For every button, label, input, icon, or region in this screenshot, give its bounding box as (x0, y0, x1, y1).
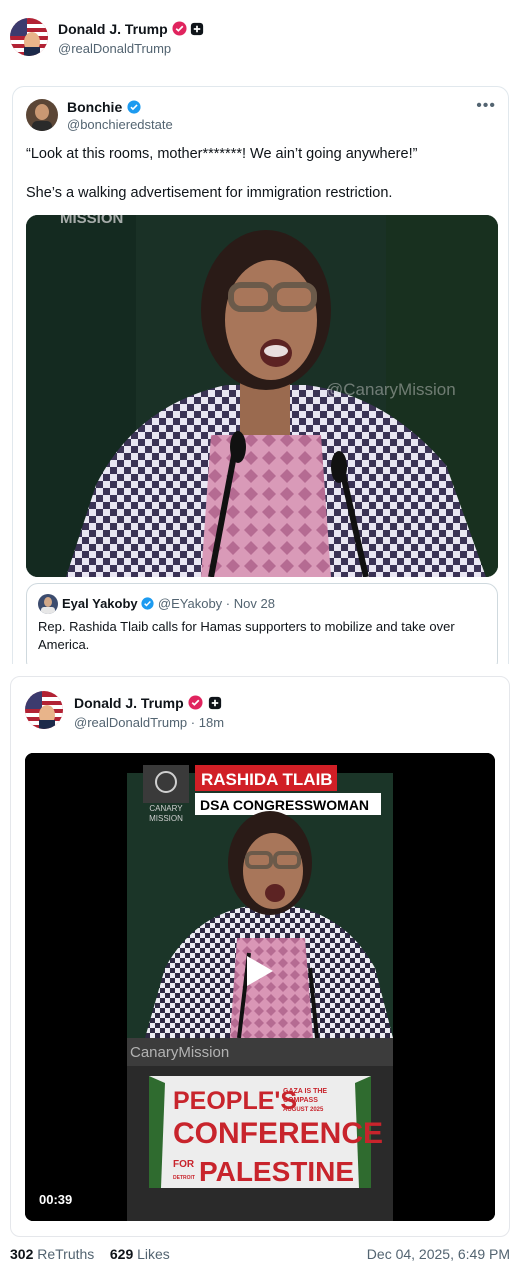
video-banner-name: RASHIDA TLAIB (201, 770, 333, 789)
likes-label[interactable]: Likes (137, 1246, 170, 1262)
quoted-author-name[interactable]: Eyal Yakoby (62, 596, 138, 611)
verified-badge-icon (188, 695, 203, 715)
sign-small1: GAZA IS THE (283, 1088, 327, 1095)
likes-count[interactable]: 629 (110, 1246, 133, 1262)
sign-detroit: DETROIT (173, 1175, 195, 1181)
post-stats-footer: 302 ReTruths 629 Likes Dec 04, 2025, 6:4… (10, 1246, 510, 1262)
header-name[interactable]: Donald J. Trump (58, 21, 204, 39)
bonchie-avatar[interactable] (26, 99, 58, 131)
verified-check-icon (141, 597, 154, 613)
media-watermark-top: MISSION (60, 215, 123, 227)
tweet-text-line2: She’s a walking advertisement for immigr… (26, 185, 393, 201)
sign-small3: AUGUST 2025 (283, 1107, 324, 1113)
retruths-count[interactable]: 302 (10, 1246, 33, 1262)
quoted-date[interactable]: Nov 28 (234, 596, 275, 611)
embedded-tweet[interactable]: Bonchie @bonchieredstate ••• “Look at th… (12, 86, 509, 664)
trump-avatar[interactable] (10, 18, 48, 56)
tweet-author-name[interactable]: Bonchie (67, 99, 122, 115)
quoted-tweet[interactable]: Eyal Yakoby @EYakoby · Nov 28 Rep. Rashi… (26, 583, 498, 664)
sign-line2: CONFERENCE (173, 1117, 383, 1150)
video-player[interactable]: CANARY MISSION RASHIDA TLAIB DSA CONGRES… (25, 753, 495, 1221)
truth-author[interactable]: Donald J. Trump (74, 695, 222, 715)
truth-separator: · (190, 715, 196, 730)
sign-line1: PEOPLE'S (173, 1087, 297, 1115)
video-duration: 00:39 (39, 1192, 73, 1207)
more-horizontal-icon[interactable]: ••• (476, 97, 496, 115)
plus-badge-icon (208, 696, 222, 715)
tweet-author-handle[interactable]: @bonchieredstate (67, 117, 173, 132)
truth-author-meta: @realDonaldTrump · 18m (74, 715, 224, 730)
verified-badge-icon (172, 21, 187, 39)
logo-line1: CANARY (149, 804, 183, 813)
header-name-text[interactable]: Donald J. Trump (58, 21, 168, 37)
header-handle[interactable]: @realDonaldTrump (58, 41, 171, 56)
sign-small2: COMPASS (283, 1097, 318, 1104)
quoted-author-handle[interactable]: @EYakoby (158, 596, 222, 611)
tweet-author[interactable]: Bonchie (67, 99, 141, 119)
truth-post-card[interactable]: Donald J. Trump @realDonaldTrump · 18m C… (10, 676, 510, 1237)
tweet-media-image[interactable]: MISSION @CanaryMission (26, 215, 498, 577)
sign-line3: PALESTINE (199, 1156, 354, 1187)
video-watermark: CanaryMission (130, 1044, 229, 1061)
truth-author-handle[interactable]: @realDonaldTrump (74, 715, 187, 730)
video-banner-title: DSA CONGRESSWOMAN (200, 797, 369, 813)
retruths-label[interactable]: ReTruths (37, 1246, 94, 1262)
quoted-author-line: Eyal Yakoby @EYakoby · Nov 28 (62, 596, 275, 613)
plus-badge-icon (190, 22, 204, 39)
tweet-text-line1: “Look at this rooms, mother*******! We a… (26, 146, 418, 162)
post-date: Dec 04, 2025, 6:49 PM (366, 1246, 510, 1262)
truth-time-ago[interactable]: 18m (199, 715, 224, 730)
media-watermark-mid: @CanaryMission (326, 380, 456, 399)
quoted-text: Rep. Rashida Tlaib calls for Hamas suppo… (38, 619, 455, 652)
truth-author-name[interactable]: Donald J. Trump (74, 695, 184, 711)
logo-line2: MISSION (149, 814, 183, 823)
quoted-separator: · (225, 596, 231, 611)
trump-avatar[interactable] (25, 691, 63, 729)
sign-for: FOR (173, 1159, 195, 1170)
eyal-avatar[interactable] (38, 594, 58, 614)
